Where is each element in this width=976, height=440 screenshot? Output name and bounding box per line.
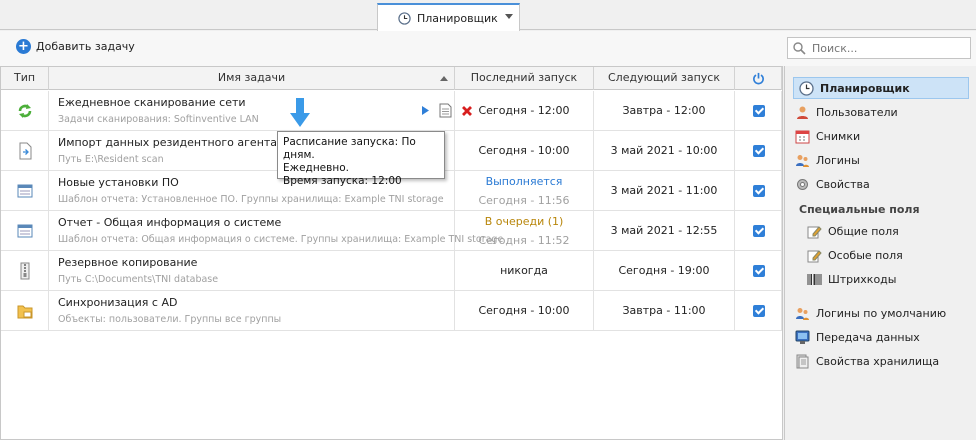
enabled-checkbox[interactable] bbox=[753, 225, 765, 237]
ad-folder-icon bbox=[17, 305, 33, 319]
report-icon bbox=[17, 184, 33, 198]
tab-bar: Планировщик bbox=[0, 0, 976, 31]
task-details: Шаблон отчета: Установленное ПО. Группы … bbox=[58, 194, 444, 205]
search-input[interactable] bbox=[812, 41, 962, 55]
tooltip-line: Время запуска: 12:00 bbox=[283, 175, 402, 187]
import-file-icon bbox=[19, 142, 32, 160]
last-run-status: Выполняется bbox=[485, 175, 563, 188]
task-details: Шаблон отчета: Общая информация о систем… bbox=[58, 234, 504, 245]
search-icon bbox=[793, 41, 806, 55]
sidebar-item-users[interactable]: Пользователи bbox=[795, 101, 898, 123]
sidebar-item-properties[interactable]: Свойства bbox=[795, 173, 870, 195]
task-details: Задачи сканирования: Softinventive LAN bbox=[58, 114, 259, 125]
special-fields-heading: Специальные поля bbox=[799, 203, 920, 216]
enabled-checkbox[interactable] bbox=[753, 185, 765, 197]
task-name: Синхронизация с AD bbox=[58, 296, 178, 309]
task-details: Путь C:\Documents\TNI database bbox=[58, 274, 219, 285]
database-icon bbox=[796, 354, 809, 368]
enabled-checkbox[interactable] bbox=[753, 105, 765, 117]
chevron-down-icon[interactable] bbox=[505, 14, 513, 19]
task-name: Новые установки ПО bbox=[58, 176, 179, 189]
last-run: Сегодня - 11:52 bbox=[478, 234, 570, 247]
sidebar-item-data-transfer[interactable]: Передача данных bbox=[795, 326, 920, 348]
table-header: Тип Имя задачи Последний запуск Следующи… bbox=[1, 67, 782, 90]
last-run: Сегодня - 12:00 bbox=[478, 104, 570, 117]
last-run: Сегодня - 10:00 bbox=[478, 304, 570, 317]
table-row[interactable]: Синхронизация с AD Объекты: пользователи… bbox=[1, 291, 782, 331]
edit-icon bbox=[807, 249, 822, 262]
plus-icon: + bbox=[16, 39, 31, 54]
sidebar-item-barcodes[interactable]: Штрихкоды bbox=[807, 268, 896, 290]
search-box[interactable] bbox=[787, 37, 971, 59]
sidebar-item-storage-properties[interactable]: Свойства хранилища bbox=[795, 350, 939, 372]
next-run: Завтра - 11:00 bbox=[622, 304, 706, 317]
clock-icon bbox=[799, 80, 814, 96]
schedule-tooltip: Расписание запуска: По дням. Ежедневно. … bbox=[277, 131, 445, 187]
sidebar-item-scheduler[interactable]: Планировщик bbox=[793, 77, 969, 99]
task-details: Объекты: пользователи. Группы все группы bbox=[58, 314, 282, 325]
sidebar-item-common-fields[interactable]: Общие поля bbox=[807, 220, 899, 242]
sidebar-item-logins[interactable]: Логины bbox=[795, 149, 860, 171]
calendar-icon bbox=[795, 130, 810, 143]
table-row[interactable]: Резервное копирование Путь C:\Documents\… bbox=[1, 251, 782, 291]
next-run: 3 май 2021 - 12:55 bbox=[610, 224, 718, 237]
sidebar-item-default-logins[interactable]: Логины по умолчанию bbox=[795, 302, 946, 324]
clock-icon bbox=[398, 11, 411, 25]
gear-icon bbox=[797, 178, 808, 190]
column-name[interactable]: Имя задачи bbox=[49, 67, 455, 90]
network-scan-icon bbox=[18, 104, 32, 118]
task-name: Резервное копирование bbox=[58, 256, 198, 269]
column-next-run[interactable]: Следующий запуск bbox=[594, 67, 735, 90]
enabled-checkbox[interactable] bbox=[753, 305, 765, 317]
last-run: Сегодня - 11:56 bbox=[478, 194, 570, 207]
enabled-checkbox[interactable] bbox=[753, 145, 765, 157]
sidebar-item-custom-fields[interactable]: Особые поля bbox=[807, 244, 903, 266]
last-run: Сегодня - 10:00 bbox=[478, 144, 570, 157]
next-run: 3 май 2021 - 11:00 bbox=[610, 184, 718, 197]
users-icon bbox=[796, 307, 809, 320]
monitor-icon bbox=[795, 330, 810, 344]
column-enabled[interactable] bbox=[735, 67, 782, 90]
task-name: Отчет - Общая информация о системе bbox=[58, 216, 282, 229]
tab-label: Планировщик bbox=[417, 11, 498, 25]
report-icon bbox=[17, 224, 33, 238]
add-task-label: Добавить задачу bbox=[36, 40, 135, 53]
column-type[interactable]: Тип bbox=[1, 67, 49, 90]
next-run: 3 май 2021 - 10:00 bbox=[610, 144, 718, 157]
tab-scheduler[interactable]: Планировщик bbox=[377, 3, 520, 31]
table-row[interactable]: Ежедневное сканирование сети Задачи скан… bbox=[1, 91, 782, 131]
last-run-status: В очереди (1) bbox=[484, 215, 564, 228]
power-icon bbox=[752, 72, 764, 85]
tooltip-line: Расписание запуска: По дням. bbox=[283, 136, 416, 161]
arrow-down-icon bbox=[290, 98, 310, 127]
column-last-run[interactable]: Последний запуск bbox=[455, 67, 594, 90]
enabled-checkbox[interactable] bbox=[753, 265, 765, 277]
sort-up-icon bbox=[440, 76, 448, 81]
next-run: Завтра - 12:00 bbox=[622, 104, 706, 117]
last-run: никогда bbox=[500, 264, 548, 277]
column-name-label: Имя задачи bbox=[217, 71, 286, 84]
play-icon[interactable] bbox=[421, 105, 430, 116]
table-row[interactable]: Отчет - Общая информация о системе Шабло… bbox=[1, 211, 782, 251]
document-icon[interactable] bbox=[439, 103, 452, 118]
task-name: Ежедневное сканирование сети bbox=[58, 96, 246, 109]
tooltip-line: Ежедневно. bbox=[283, 162, 349, 174]
task-name: Импорт данных резидентного агента bbox=[58, 136, 278, 149]
sidebar: Планировщик Пользователи Снимки Логины С… bbox=[784, 66, 976, 440]
users-icon bbox=[796, 154, 809, 167]
barcode-icon bbox=[807, 273, 822, 285]
archive-icon bbox=[20, 262, 30, 280]
user-icon bbox=[797, 106, 808, 119]
task-details: Путь E:\Resident scan bbox=[58, 154, 164, 165]
edit-icon bbox=[807, 225, 822, 238]
add-task-button[interactable]: + Добавить задачу bbox=[16, 39, 135, 54]
next-run: Сегодня - 19:00 bbox=[618, 264, 710, 277]
toolbar: + Добавить задачу bbox=[0, 31, 976, 66]
tasks-table: Тип Имя задачи Последний запуск Следующи… bbox=[0, 66, 783, 440]
sidebar-item-snapshots[interactable]: Снимки bbox=[795, 125, 860, 147]
